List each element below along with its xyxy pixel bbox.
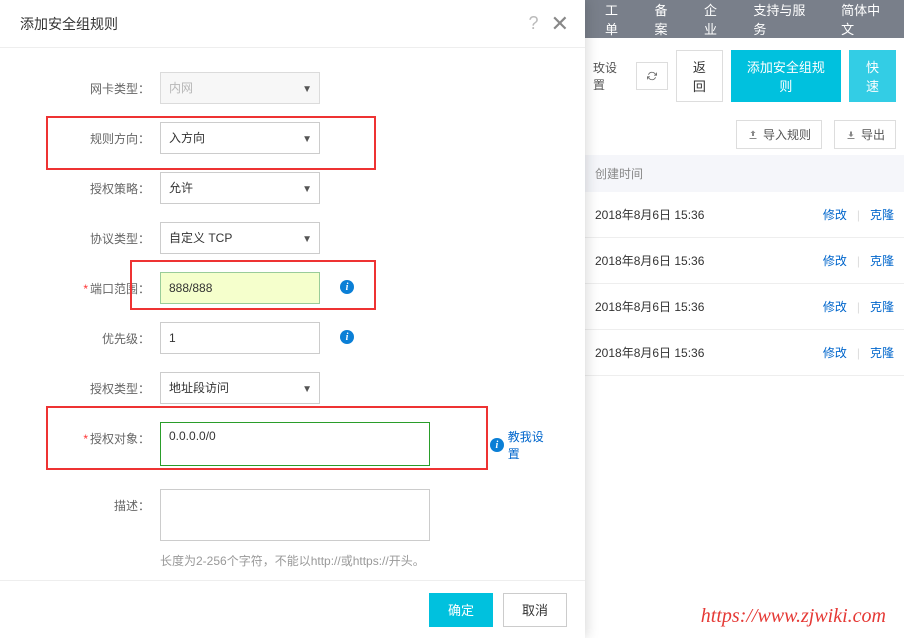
port-range-input[interactable] (160, 272, 320, 304)
nav-item[interactable]: 工单 (605, 0, 630, 38)
auth-object-input[interactable] (160, 422, 430, 466)
row-date: 2018年8月6日 15:36 (595, 206, 813, 223)
nav-item[interactable]: 备案 (654, 0, 679, 38)
download-icon (845, 129, 857, 141)
edit-link[interactable]: 修改 (823, 298, 847, 315)
toolbar: 玫设置 返回 添加安全组规则 快速 (585, 38, 904, 114)
export-rules-button[interactable]: 导出 (834, 120, 896, 149)
info-icon: i (490, 438, 504, 452)
refresh-icon (647, 69, 657, 83)
table-row: 2018年8月6日 15:36 修改 | 克隆 (585, 330, 904, 376)
clone-link[interactable]: 克隆 (870, 298, 894, 315)
policy-label: 授权策略： (30, 172, 150, 197)
nav-item[interactable]: 企业 (704, 0, 729, 38)
refresh-button[interactable] (636, 62, 668, 90)
add-rule-modal: 添加安全组规则 ? ✕ 网卡类型： 内网 ▼ 规则方向： 入方向 ▼ (0, 0, 585, 638)
return-button[interactable]: 返回 (676, 50, 723, 102)
cancel-button[interactable]: 取消 (503, 593, 567, 627)
quick-button[interactable]: 快速 (849, 50, 896, 102)
table-row: 2018年8月6日 15:36 修改 | 克隆 (585, 238, 904, 284)
direction-label: 规则方向： (30, 122, 150, 147)
nav-item[interactable]: 支持与服务 (753, 0, 817, 38)
help-icon[interactable]: ? (529, 13, 539, 34)
description-input[interactable] (160, 489, 430, 541)
priority-label: 优先级： (30, 322, 150, 347)
description-hint: 长度为2-256个字符，不能以http://或https://开头。 (160, 552, 430, 569)
port-label: *端口范围： (30, 272, 150, 297)
settings-link[interactable]: 玫设置 (593, 59, 628, 93)
protocol-label: 协议类型： (30, 222, 150, 247)
edit-link[interactable]: 修改 (823, 206, 847, 223)
edit-link[interactable]: 修改 (823, 252, 847, 269)
description-label: 描述： (30, 489, 150, 514)
upload-icon (747, 129, 759, 141)
confirm-button[interactable]: 确定 (429, 593, 493, 627)
auth-type-label: 授权类型： (30, 372, 150, 397)
table-header: 创建时间 (585, 155, 904, 192)
row-date: 2018年8月6日 15:36 (595, 252, 813, 269)
clone-link[interactable]: 克隆 (870, 252, 894, 269)
auth-type-select[interactable]: 地址段访问 (160, 372, 320, 404)
add-rule-button[interactable]: 添加安全组规则 (731, 50, 841, 102)
nav-item[interactable]: 简体中文 (841, 0, 892, 38)
clone-link[interactable]: 克隆 (870, 344, 894, 361)
edit-link[interactable]: 修改 (823, 344, 847, 361)
teach-me-link[interactable]: i 教我设置 (490, 428, 555, 462)
info-icon[interactable]: i (340, 330, 354, 344)
close-icon[interactable]: ✕ (551, 11, 569, 37)
protocol-select[interactable]: 自定义 TCP (160, 222, 320, 254)
direction-select[interactable]: 入方向 (160, 122, 320, 154)
table-row: 2018年8月6日 15:36 修改 | 克隆 (585, 284, 904, 330)
import-rules-button[interactable]: 导入规则 (736, 120, 822, 149)
table-row: 2018年8月6日 15:36 修改 | 克隆 (585, 192, 904, 238)
clone-link[interactable]: 克隆 (870, 206, 894, 223)
info-icon[interactable]: i (340, 280, 354, 294)
priority-input[interactable] (160, 322, 320, 354)
modal-title: 添加安全组规则 (20, 14, 529, 34)
auth-object-label: *授权对象： (30, 422, 150, 447)
nic-type-select: 内网 (160, 72, 320, 104)
top-nav: 工单 备案 企业 支持与服务 简体中文 (585, 0, 904, 38)
nic-type-label: 网卡类型： (30, 72, 150, 97)
row-date: 2018年8月6日 15:36 (595, 298, 813, 315)
policy-select[interactable]: 允许 (160, 172, 320, 204)
row-date: 2018年8月6日 15:36 (595, 344, 813, 361)
